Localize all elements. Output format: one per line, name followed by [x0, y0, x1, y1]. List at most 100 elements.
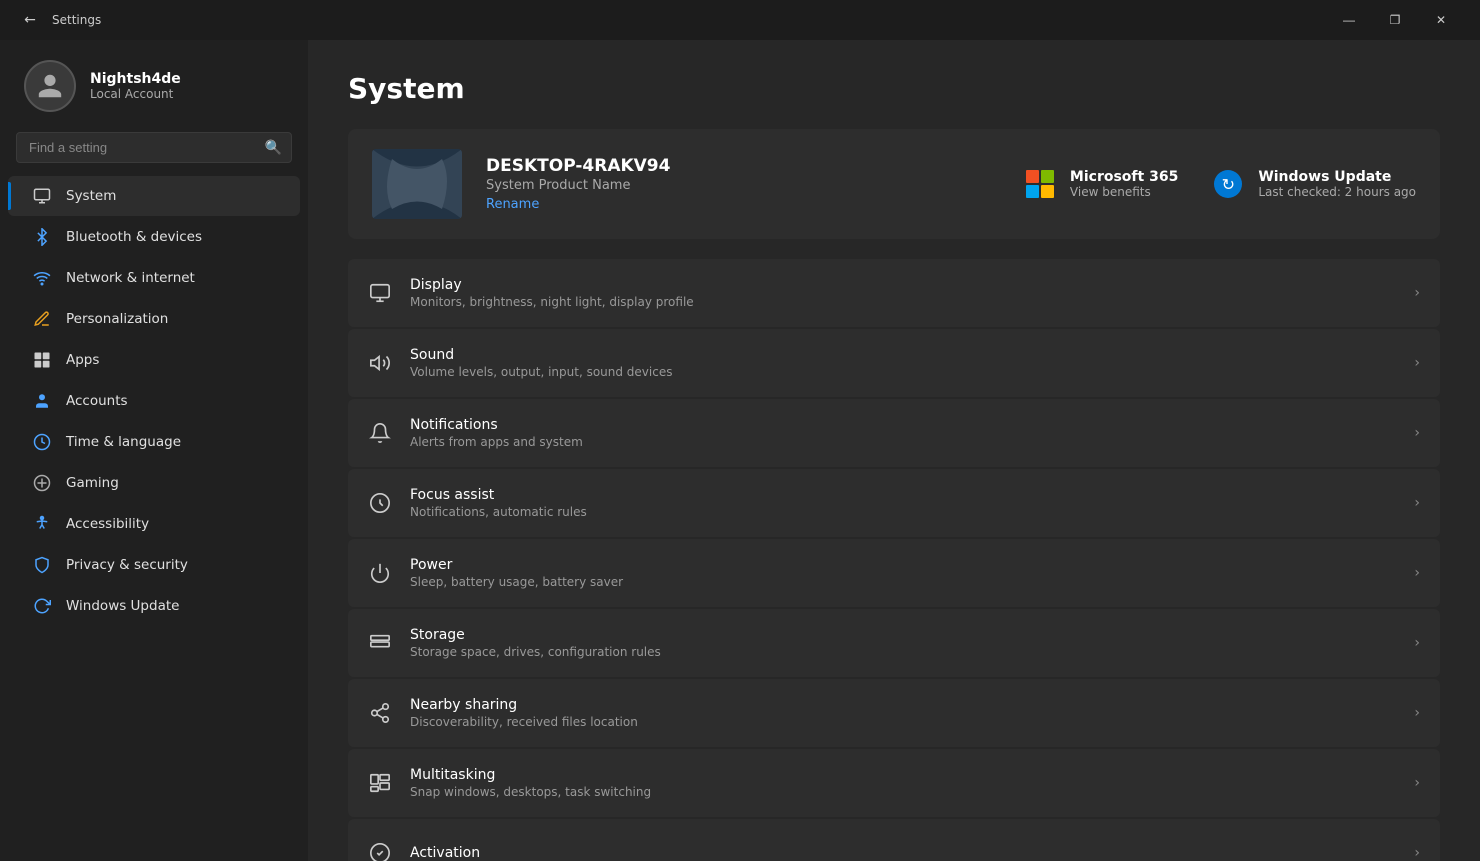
system-icon [32, 186, 52, 206]
multitasking-icon [368, 771, 392, 795]
settings-item-notifications[interactable]: Notifications Alerts from apps and syste… [348, 399, 1440, 467]
notifications-subtitle: Alerts from apps and system [410, 435, 1396, 449]
sidebar-item-label-time: Time & language [66, 434, 181, 450]
windows-update-icon: ↻ [1210, 166, 1246, 202]
nearby-chevron: › [1414, 705, 1420, 721]
focus-info: Focus assist Notifications, automatic ru… [410, 473, 1396, 533]
nearby-info: Nearby sharing Discoverability, received… [410, 683, 1396, 743]
close-button[interactable]: ✕ [1418, 0, 1464, 40]
sidebar-item-accessibility[interactable]: Accessibility [8, 504, 300, 544]
multitasking-chevron: › [1414, 775, 1420, 791]
storage-chevron: › [1414, 635, 1420, 651]
main-content: System DESKTOP-4RAKV94 System Product Na… [308, 40, 1480, 861]
sidebar-item-label-update: Windows Update [66, 598, 179, 614]
display-info: Display Monitors, brightness, night ligh… [410, 263, 1396, 323]
windows-update-title: Windows Update [1258, 169, 1416, 185]
settings-item-storage[interactable]: Storage Storage space, drives, configura… [348, 609, 1440, 677]
power-title: Power [410, 557, 1396, 573]
sidebar-item-label-bluetooth: Bluetooth & devices [66, 229, 202, 245]
multitasking-info: Multitasking Snap windows, desktops, tas… [410, 753, 1396, 813]
system-details: DESKTOP-4RAKV94 System Product Name Rena… [486, 156, 998, 212]
personalization-icon [32, 309, 52, 329]
sidebar: Nightsh4de Local Account 🔍 System [0, 40, 308, 861]
sidebar-item-label-accessibility: Accessibility [66, 516, 149, 532]
gaming-icon [32, 473, 52, 493]
settings-item-display[interactable]: Display Monitors, brightness, night ligh… [348, 259, 1440, 327]
computer-name: DESKTOP-4RAKV94 [486, 156, 998, 176]
app-container: Nightsh4de Local Account 🔍 System [0, 40, 1480, 861]
sidebar-item-gaming[interactable]: Gaming [8, 463, 300, 503]
sidebar-item-network[interactable]: Network & internet [8, 258, 300, 298]
sidebar-item-bluetooth[interactable]: Bluetooth & devices [8, 217, 300, 257]
sound-chevron: › [1414, 355, 1420, 371]
sidebar-item-label-gaming: Gaming [66, 475, 119, 491]
sidebar-item-personalization[interactable]: Personalization [8, 299, 300, 339]
multitasking-subtitle: Snap windows, desktops, task switching [410, 785, 1396, 799]
storage-icon [368, 631, 392, 655]
settings-item-sound[interactable]: Sound Volume levels, output, input, soun… [348, 329, 1440, 397]
user-profile[interactable]: Nightsh4de Local Account [0, 40, 308, 128]
microsoft365-title: Microsoft 365 [1070, 169, 1178, 185]
focus-chevron: › [1414, 495, 1420, 511]
rename-link[interactable]: Rename [486, 197, 998, 212]
display-chevron: › [1414, 285, 1420, 301]
window-controls: — ❐ ✕ [1326, 0, 1464, 40]
activation-info: Activation [410, 831, 1396, 861]
sidebar-item-label-network: Network & internet [66, 270, 195, 286]
sidebar-item-privacy[interactable]: Privacy & security [8, 545, 300, 585]
sidebar-nav: System Bluetooth & devices [0, 175, 308, 627]
sidebar-item-apps[interactable]: Apps [8, 340, 300, 380]
network-icon [32, 268, 52, 288]
display-icon [368, 281, 392, 305]
time-icon [32, 432, 52, 452]
sound-subtitle: Volume levels, output, input, sound devi… [410, 365, 1396, 379]
windows-update-subtitle: Last checked: 2 hours ago [1258, 185, 1416, 199]
settings-item-power[interactable]: Power Sleep, battery usage, battery save… [348, 539, 1440, 607]
sidebar-item-time[interactable]: Time & language [8, 422, 300, 462]
notifications-icon [368, 421, 392, 445]
system-extras: Microsoft 365 View benefits ↻ Windows Up… [1022, 166, 1416, 202]
notifications-title: Notifications [410, 417, 1396, 433]
sidebar-item-system[interactable]: System [8, 176, 300, 216]
microsoft365-item[interactable]: Microsoft 365 View benefits [1022, 166, 1178, 202]
focus-subtitle: Notifications, automatic rules [410, 505, 1396, 519]
activation-icon [368, 841, 392, 861]
settings-item-nearby[interactable]: Nearby sharing Discoverability, received… [348, 679, 1440, 747]
page-title: System [348, 72, 1440, 105]
display-subtitle: Monitors, brightness, night light, displ… [410, 295, 1396, 309]
sidebar-item-label-privacy: Privacy & security [66, 557, 188, 573]
nearby-title: Nearby sharing [410, 697, 1396, 713]
bluetooth-icon [32, 227, 52, 247]
windows-update-info: Windows Update Last checked: 2 hours ago [1258, 169, 1416, 199]
system-info-card: DESKTOP-4RAKV94 System Product Name Rena… [348, 129, 1440, 239]
search-input[interactable] [16, 132, 292, 163]
power-info: Power Sleep, battery usage, battery save… [410, 543, 1396, 603]
back-button[interactable]: ← [16, 6, 44, 34]
settings-item-focus[interactable]: Focus assist Notifications, automatic ru… [348, 469, 1440, 537]
apps-icon [32, 350, 52, 370]
storage-info: Storage Storage space, drives, configura… [410, 613, 1396, 673]
sidebar-item-update[interactable]: Windows Update [8, 586, 300, 626]
privacy-icon [32, 555, 52, 575]
sidebar-item-accounts[interactable]: Accounts [8, 381, 300, 421]
user-avatar-icon [36, 72, 64, 100]
avatar [24, 60, 76, 112]
nearby-subtitle: Discoverability, received files location [410, 715, 1396, 729]
windows-update-item[interactable]: ↻ Windows Update Last checked: 2 hours a… [1210, 166, 1416, 202]
settings-item-multitasking[interactable]: Multitasking Snap windows, desktops, tas… [348, 749, 1440, 817]
user-account-type: Local Account [90, 87, 181, 101]
minimize-button[interactable]: — [1326, 0, 1372, 40]
titlebar: ← Settings — ❐ ✕ [0, 0, 1480, 40]
settings-list: Display Monitors, brightness, night ligh… [348, 259, 1440, 861]
app-title: Settings [52, 13, 101, 27]
search-box: 🔍 [16, 132, 292, 163]
product-name: System Product Name [486, 178, 998, 193]
restore-button[interactable]: ❐ [1372, 0, 1418, 40]
activation-chevron: › [1414, 845, 1420, 861]
microsoft365-info: Microsoft 365 View benefits [1070, 169, 1178, 199]
sound-title: Sound [410, 347, 1396, 363]
accounts-icon [32, 391, 52, 411]
power-chevron: › [1414, 565, 1420, 581]
settings-item-activation[interactable]: Activation › [348, 819, 1440, 861]
focus-title: Focus assist [410, 487, 1396, 503]
